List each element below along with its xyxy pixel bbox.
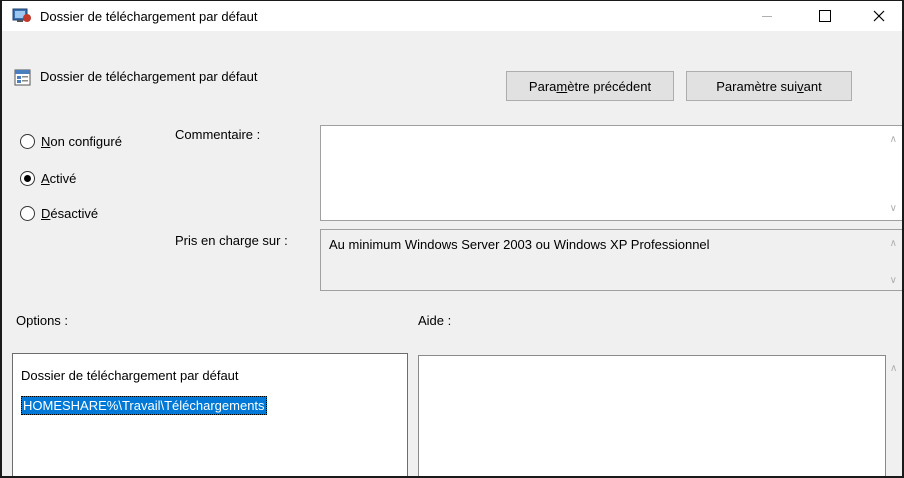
scroll-down-icon[interactable]: ∨ (890, 203, 897, 214)
maximize-icon (819, 10, 831, 22)
radio-label: Non configuré (41, 134, 122, 149)
options-label: Options : (16, 313, 69, 328)
options-panel: Dossier de téléchargement par défaut HOM… (12, 353, 408, 476)
radio-button[interactable] (20, 171, 35, 186)
radio-enabled[interactable]: Activé (20, 171, 76, 186)
window-title: Dossier de téléchargement par défaut (40, 9, 258, 24)
minimize-button[interactable] (744, 1, 790, 31)
download-folder-value: HOMESHARE%\Travail\Téléchargements (21, 396, 267, 415)
supported-on-field: Au minimum Windows Server 2003 ou Window… (320, 229, 902, 291)
scroll-up-icon[interactable]: ∧ (890, 134, 897, 145)
help-label: Aide : (418, 313, 452, 328)
comment-textarea[interactable]: ∧ ∨ (320, 125, 902, 221)
radio-button[interactable] (20, 206, 35, 221)
options-field-label: Dossier de téléchargement par défaut (21, 368, 239, 383)
scroll-down-icon[interactable]: ∨ (890, 275, 897, 286)
minimize-icon (762, 15, 772, 17)
radio-label: Activé (41, 171, 77, 186)
maximize-button[interactable] (802, 1, 848, 31)
next-setting-button[interactable]: Paramètre sui v ant (686, 71, 852, 101)
radio-disabled[interactable]: Désactivé (20, 206, 98, 221)
radio-label: Désactivé (41, 206, 99, 221)
radio-not-configured[interactable]: Non configuré (20, 134, 122, 149)
previous-setting-button[interactable]: Para m ètre précédent (506, 71, 674, 101)
policy-setting-icon (14, 69, 32, 90)
download-folder-input[interactable]: HOMESHARE%\Travail\Téléchargements (21, 396, 311, 420)
close-icon (873, 10, 885, 22)
policy-setting-window: Dossier de téléchargement par défaut Dos… (0, 0, 904, 478)
scroll-up-icon[interactable]: ∧ (890, 363, 897, 374)
radio-button[interactable] (20, 134, 35, 149)
supported-on-label: Pris en charge sur : (175, 233, 288, 248)
setting-title: Dossier de téléchargement par défaut (40, 69, 258, 84)
comment-label: Commentaire : (175, 127, 261, 142)
title-bar: Dossier de téléchargement par défaut (2, 1, 902, 31)
supported-on-text: Au minimum Windows Server 2003 ou Window… (329, 237, 710, 252)
scroll-up-icon[interactable]: ∧ (890, 238, 897, 249)
close-button[interactable] (856, 1, 902, 31)
policy-app-icon (12, 7, 32, 28)
help-panel (418, 355, 886, 476)
